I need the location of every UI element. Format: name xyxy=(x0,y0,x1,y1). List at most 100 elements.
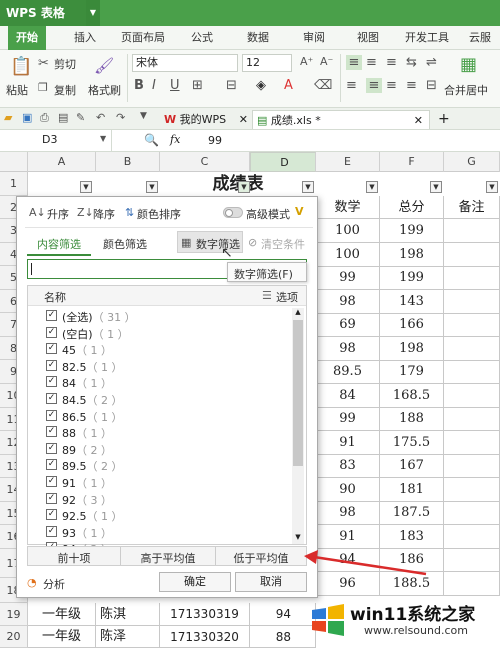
cell-g[interactable] xyxy=(444,572,500,596)
cell-g[interactable] xyxy=(444,501,500,525)
orientation-icon[interactable]: ⇆ xyxy=(406,55,417,70)
cell-c20[interactable]: 171330320 xyxy=(160,626,250,648)
preview-icon[interactable]: ▤ xyxy=(58,111,68,124)
cell-g[interactable] xyxy=(444,337,500,361)
header-total[interactable]: 总分 xyxy=(380,196,444,219)
tab-formulas[interactable]: 公式 xyxy=(191,26,213,50)
cell-f[interactable]: 166 xyxy=(380,313,444,337)
align-middle-icon[interactable]: ≡ xyxy=(366,55,377,70)
cell-g[interactable] xyxy=(444,243,500,267)
cell-c19[interactable]: 171330319 xyxy=(160,603,250,626)
checkbox[interactable]: ✓ xyxy=(46,359,57,371)
app-menu-arrow-icon[interactable]: ▼ xyxy=(86,0,100,26)
merge-center-icon[interactable]: ▦ xyxy=(460,54,477,75)
sort-desc-button[interactable]: 降序 xyxy=(93,206,115,222)
align-center-icon[interactable]: ≡ xyxy=(366,78,382,93)
filter-list-item[interactable]: ✓ 91（ 1 ） xyxy=(28,474,290,490)
above-average-button[interactable]: 高于平均值 xyxy=(121,550,215,566)
checkbox[interactable]: ✓ xyxy=(46,409,57,421)
paste-icon[interactable]: 📋 xyxy=(10,56,32,77)
cell-f[interactable]: 181 xyxy=(380,478,444,502)
app-menu-button[interactable]: WPS 表格 xyxy=(0,0,86,26)
align-right-icon[interactable]: ≡ xyxy=(386,78,397,93)
cell-e[interactable]: 100 xyxy=(316,219,380,243)
column-header-f[interactable]: F xyxy=(380,152,444,172)
filter-list-item[interactable]: ✓ 84（ 1 ） xyxy=(28,374,290,390)
align-bottom-icon[interactable]: ≡ xyxy=(386,55,397,70)
filter-dropdown-e[interactable]: ▼ xyxy=(366,181,378,193)
decrease-font-icon[interactable]: A⁻ xyxy=(320,55,333,68)
checkbox[interactable]: ✓ xyxy=(46,476,57,487)
header-remark[interactable]: 备注 xyxy=(444,196,500,219)
cell-g[interactable] xyxy=(444,478,500,502)
font-color-icon[interactable]: A xyxy=(284,78,293,93)
row-header-19[interactable]: 19 xyxy=(0,603,28,626)
cell-g[interactable] xyxy=(444,384,500,408)
cell-g[interactable] xyxy=(444,407,500,431)
new-tab-button[interactable]: + xyxy=(434,110,454,129)
checkbox[interactable]: ✓ xyxy=(46,492,57,504)
cell-g[interactable] xyxy=(444,266,500,290)
cell-f[interactable]: 183 xyxy=(380,525,444,549)
filter-list-item[interactable]: ✓ 89.5（ 2 ） xyxy=(28,457,290,473)
checkbox[interactable]: ✓ xyxy=(46,376,57,388)
fill-color-icon[interactable]: ◈ xyxy=(256,78,266,93)
cell-g[interactable] xyxy=(444,290,500,314)
cell-f[interactable]: 187.5 xyxy=(380,501,444,525)
cell-f[interactable]: 167 xyxy=(380,454,444,478)
cell-e[interactable]: 98 xyxy=(316,290,380,314)
filter-list-item[interactable]: ✓ 84.5（ 2 ） xyxy=(28,391,290,407)
folder-icon[interactable]: ▰ xyxy=(4,111,12,124)
copy-button[interactable]: 复制 xyxy=(54,82,76,98)
checkbox[interactable]: ✓ xyxy=(46,326,57,338)
clear-format-icon[interactable]: ⌫ xyxy=(314,78,332,93)
checkbox[interactable]: ✓ xyxy=(46,459,57,471)
cell-g[interactable] xyxy=(444,219,500,243)
select-all-corner[interactable] xyxy=(0,152,28,172)
cell-g[interactable] xyxy=(444,431,500,455)
advanced-mode-toggle[interactable] xyxy=(223,207,243,218)
cell-f[interactable]: 179 xyxy=(380,360,444,384)
tab-review[interactable]: 审阅 xyxy=(303,26,325,50)
cell-e[interactable]: 100 xyxy=(316,243,380,267)
tab-my-wps[interactable]: W 我的WPS ✕ xyxy=(160,110,252,129)
filter-list-item[interactable]: ✓ 92（ 3 ） xyxy=(28,491,290,507)
tab-page-layout[interactable]: 页面布局 xyxy=(121,26,165,50)
format-painter-button[interactable]: 格式刷 xyxy=(88,82,121,98)
align-left-icon[interactable]: ≡ xyxy=(346,78,357,93)
tab-content-filter[interactable]: 内容筛选 xyxy=(37,236,81,252)
cell-f[interactable]: 188 xyxy=(380,407,444,431)
cell-e[interactable]: 69 xyxy=(316,313,380,337)
tab-developer[interactable]: 开发工具 xyxy=(405,26,449,50)
checkbox[interactable]: ✓ xyxy=(46,343,57,355)
checkbox[interactable]: ✓ xyxy=(46,525,57,537)
undo-icon[interactable]: ↶ xyxy=(96,111,105,124)
cell-g[interactable] xyxy=(444,360,500,384)
list-scrollbar[interactable]: ▲ ▼ xyxy=(292,308,304,544)
cell-e[interactable]: 90 xyxy=(316,478,380,502)
header-math[interactable]: 数学 xyxy=(316,196,380,219)
format-painter-icon[interactable]: 🖌 xyxy=(94,56,114,75)
column-header-g[interactable]: G xyxy=(444,152,500,172)
cell-e[interactable]: 91 xyxy=(316,431,380,455)
checkbox[interactable]: ✓ xyxy=(46,426,57,438)
cell-b19[interactable]: 陈淇 xyxy=(96,603,160,626)
close-tab-icon[interactable]: ✕ xyxy=(414,111,423,130)
sort-asc-button[interactable]: 升序 xyxy=(47,206,69,222)
filter-dropdown-d[interactable]: ▼ xyxy=(302,181,314,193)
column-header-d[interactable]: D xyxy=(250,152,316,172)
cell-e[interactable]: 89.5 xyxy=(316,360,380,384)
spellcheck-icon[interactable]: ✎ xyxy=(76,111,85,124)
cell-a19[interactable]: 一年级 xyxy=(28,603,96,626)
name-box-dropdown-icon[interactable]: ▼ xyxy=(100,134,106,143)
column-header-b[interactable]: B xyxy=(96,152,160,172)
filter-list-item[interactable]: ✓ 89（ 2 ） xyxy=(28,441,290,457)
save-icon[interactable]: ▣ xyxy=(22,111,32,124)
cancel-button[interactable]: 取消 xyxy=(235,572,307,592)
ok-button[interactable]: 确定 xyxy=(159,572,231,592)
cell-e[interactable]: 98 xyxy=(316,337,380,361)
number-filter-button[interactable]: ▦ 数字筛选 xyxy=(177,231,243,253)
align-top-icon[interactable]: ≡ xyxy=(346,55,362,70)
merge-border-icon[interactable]: ⊟ xyxy=(226,78,237,93)
tab-insert[interactable]: 插入 xyxy=(74,26,96,50)
